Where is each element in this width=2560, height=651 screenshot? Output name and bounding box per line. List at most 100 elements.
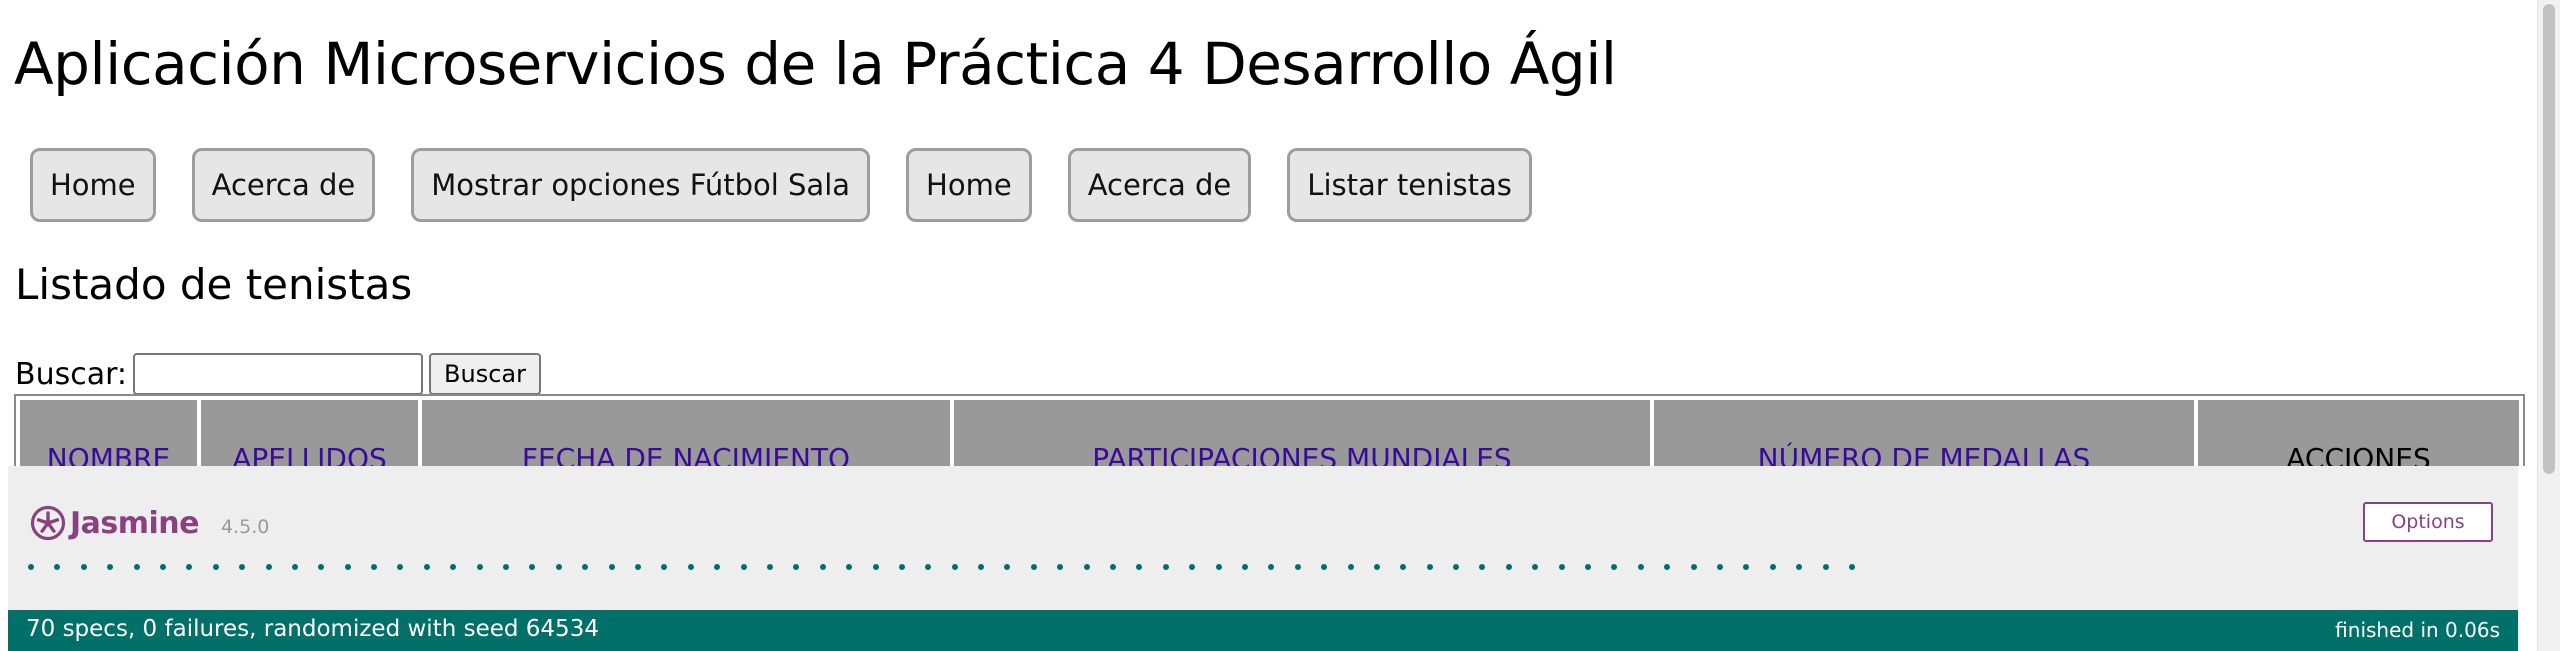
sort-participaciones-link[interactable]: PARTICIPACIONES MUNDIALES: [1092, 442, 1511, 466]
passed-spec-dot: [159, 564, 166, 570]
sort-medallas-link[interactable]: NÚMERO DE MEDALLAS: [1758, 442, 2091, 466]
passed-spec-dot: [766, 564, 773, 570]
jasmine-version: 4.5.0: [221, 516, 270, 538]
passed-spec-dot: [898, 564, 905, 570]
passed-spec-dot: [371, 564, 378, 570]
page-scrollbar[interactable]: [2537, 0, 2560, 651]
passed-spec-dot: [582, 564, 589, 570]
passed-spec-dot: [529, 564, 536, 570]
passed-spec-dot: [186, 564, 193, 570]
passed-spec-dot: [344, 564, 351, 570]
column-header-nombre: NOMBRE: [20, 400, 197, 466]
passed-spec-dot: [54, 564, 61, 570]
jasmine-logo: Jasmine: [30, 505, 200, 541]
scrollbar-thumb[interactable]: [2543, 4, 2555, 474]
passed-spec-dot: [397, 564, 404, 570]
passed-spec-dot: [714, 564, 721, 570]
passed-spec-dot: [423, 564, 430, 570]
passed-spec-dot: [1743, 564, 1750, 570]
passed-spec-dot: [1294, 564, 1301, 570]
passed-spec-dot: [1057, 564, 1064, 570]
results-summary: 70 specs, 0 failures, randomized with se…: [26, 616, 599, 642]
nav-futsal-options-button[interactable]: Mostrar opciones Fútbol Sala: [411, 148, 871, 222]
run-duration: finished in 0.06s: [2335, 618, 2500, 642]
search-label: Buscar:: [15, 356, 128, 392]
passed-spec-dot: [1136, 564, 1143, 570]
passed-spec-dot: [661, 564, 668, 570]
jasmine-reporter: Jasmine 4.5.0 Options 70 specs, 0 failur…: [8, 466, 2518, 651]
passed-spec-dot: [1321, 564, 1328, 570]
tennis-players-table: NOMBRE APELLIDOS FECHA DE NACIMIENTO PAR…: [14, 394, 2525, 466]
passed-spec-dot: [450, 564, 457, 570]
nav-about-button[interactable]: Acerca de: [191, 148, 376, 222]
nav-list-tennis-players-button[interactable]: Listar tenistas: [1287, 148, 1532, 222]
passed-spec-dot: [1004, 564, 1011, 570]
nav-home-button[interactable]: Home: [30, 148, 156, 222]
passed-spec-dot: [239, 564, 246, 570]
column-header-participaciones: PARTICIPACIONES MUNDIALES: [954, 400, 1650, 466]
column-header-fecha-nacimiento: FECHA DE NACIMIENTO: [422, 400, 950, 466]
passed-spec-dot: [291, 564, 298, 570]
column-header-apellidos: APELLIDOS: [201, 400, 418, 466]
nav-about-button-2[interactable]: Acerca de: [1067, 148, 1252, 222]
passed-spec-dot: [1162, 564, 1169, 570]
passed-spec-dot: [1030, 564, 1037, 570]
passed-spec-dot: [1558, 564, 1565, 570]
passed-spec-dot: [1400, 564, 1407, 570]
passed-spec-dot: [1769, 564, 1776, 570]
passed-spec-dot: [846, 564, 853, 570]
options-button[interactable]: Options: [2363, 502, 2493, 542]
search-input[interactable]: [133, 353, 424, 395]
spec-results-dots: [28, 564, 1855, 570]
passed-spec-dot: [318, 564, 325, 570]
passed-spec-dot: [1848, 564, 1855, 570]
results-summary-bar: 70 specs, 0 failures, randomized with se…: [8, 610, 2518, 651]
passed-spec-dot: [1532, 564, 1539, 570]
section-title: Listado de tenistas: [15, 260, 413, 309]
passed-spec-dot: [1611, 564, 1618, 570]
search-button[interactable]: Buscar: [429, 353, 541, 395]
passed-spec-dot: [1215, 564, 1222, 570]
search-bar: Buscar: Buscar: [15, 353, 541, 395]
passed-spec-dot: [740, 564, 747, 570]
passed-spec-dot: [133, 564, 140, 570]
passed-spec-dot: [1664, 564, 1671, 570]
jasmine-name: Jasmine: [70, 505, 200, 541]
sort-nombre-link[interactable]: NOMBRE: [47, 442, 171, 466]
passed-spec-dot: [925, 564, 932, 570]
sort-fecha-nacimiento-link[interactable]: FECHA DE NACIMIENTO: [522, 442, 850, 466]
passed-spec-dot: [1717, 564, 1723, 570]
table-header-row: NOMBRE APELLIDOS FECHA DE NACIMIENTO PAR…: [20, 400, 2519, 466]
passed-spec-dot: [1268, 564, 1275, 570]
passed-spec-dot: [1373, 564, 1380, 570]
passed-spec-dot: [634, 564, 641, 570]
passed-spec-dot: [1453, 564, 1460, 570]
nav-home-button-2[interactable]: Home: [906, 148, 1032, 222]
passed-spec-dot: [1110, 564, 1117, 570]
passed-spec-dot: [212, 564, 219, 570]
passed-spec-dot: [951, 564, 958, 570]
page-title: Aplicación Microservicios de la Práctica…: [14, 30, 1617, 98]
passed-spec-dot: [28, 564, 34, 570]
passed-spec-dot: [476, 564, 483, 570]
passed-spec-dot: [872, 564, 879, 570]
passed-spec-dot: [555, 564, 562, 570]
passed-spec-dot: [793, 564, 800, 570]
column-header-medallas: NÚMERO DE MEDALLAS: [1654, 400, 2194, 466]
passed-spec-dot: [1189, 564, 1196, 570]
passed-spec-dot: [978, 564, 985, 570]
passed-spec-dot: [1822, 564, 1829, 570]
passed-spec-dot: [1426, 564, 1433, 570]
passed-spec-dot: [1637, 564, 1644, 570]
passed-spec-dot: [1479, 564, 1486, 570]
passed-spec-dot: [1796, 564, 1803, 570]
passed-spec-dot: [687, 564, 694, 570]
passed-spec-dot: [819, 564, 826, 570]
passed-spec-dot: [1347, 564, 1354, 570]
passed-spec-dot: [608, 564, 615, 570]
passed-spec-dot: [1505, 564, 1512, 570]
tennis-players-table-container: NOMBRE APELLIDOS FECHA DE NACIMIENTO PAR…: [14, 394, 2525, 466]
passed-spec-dot: [1690, 564, 1697, 570]
sort-apellidos-link[interactable]: APELLIDOS: [232, 442, 387, 466]
passed-spec-dot: [1083, 564, 1090, 570]
